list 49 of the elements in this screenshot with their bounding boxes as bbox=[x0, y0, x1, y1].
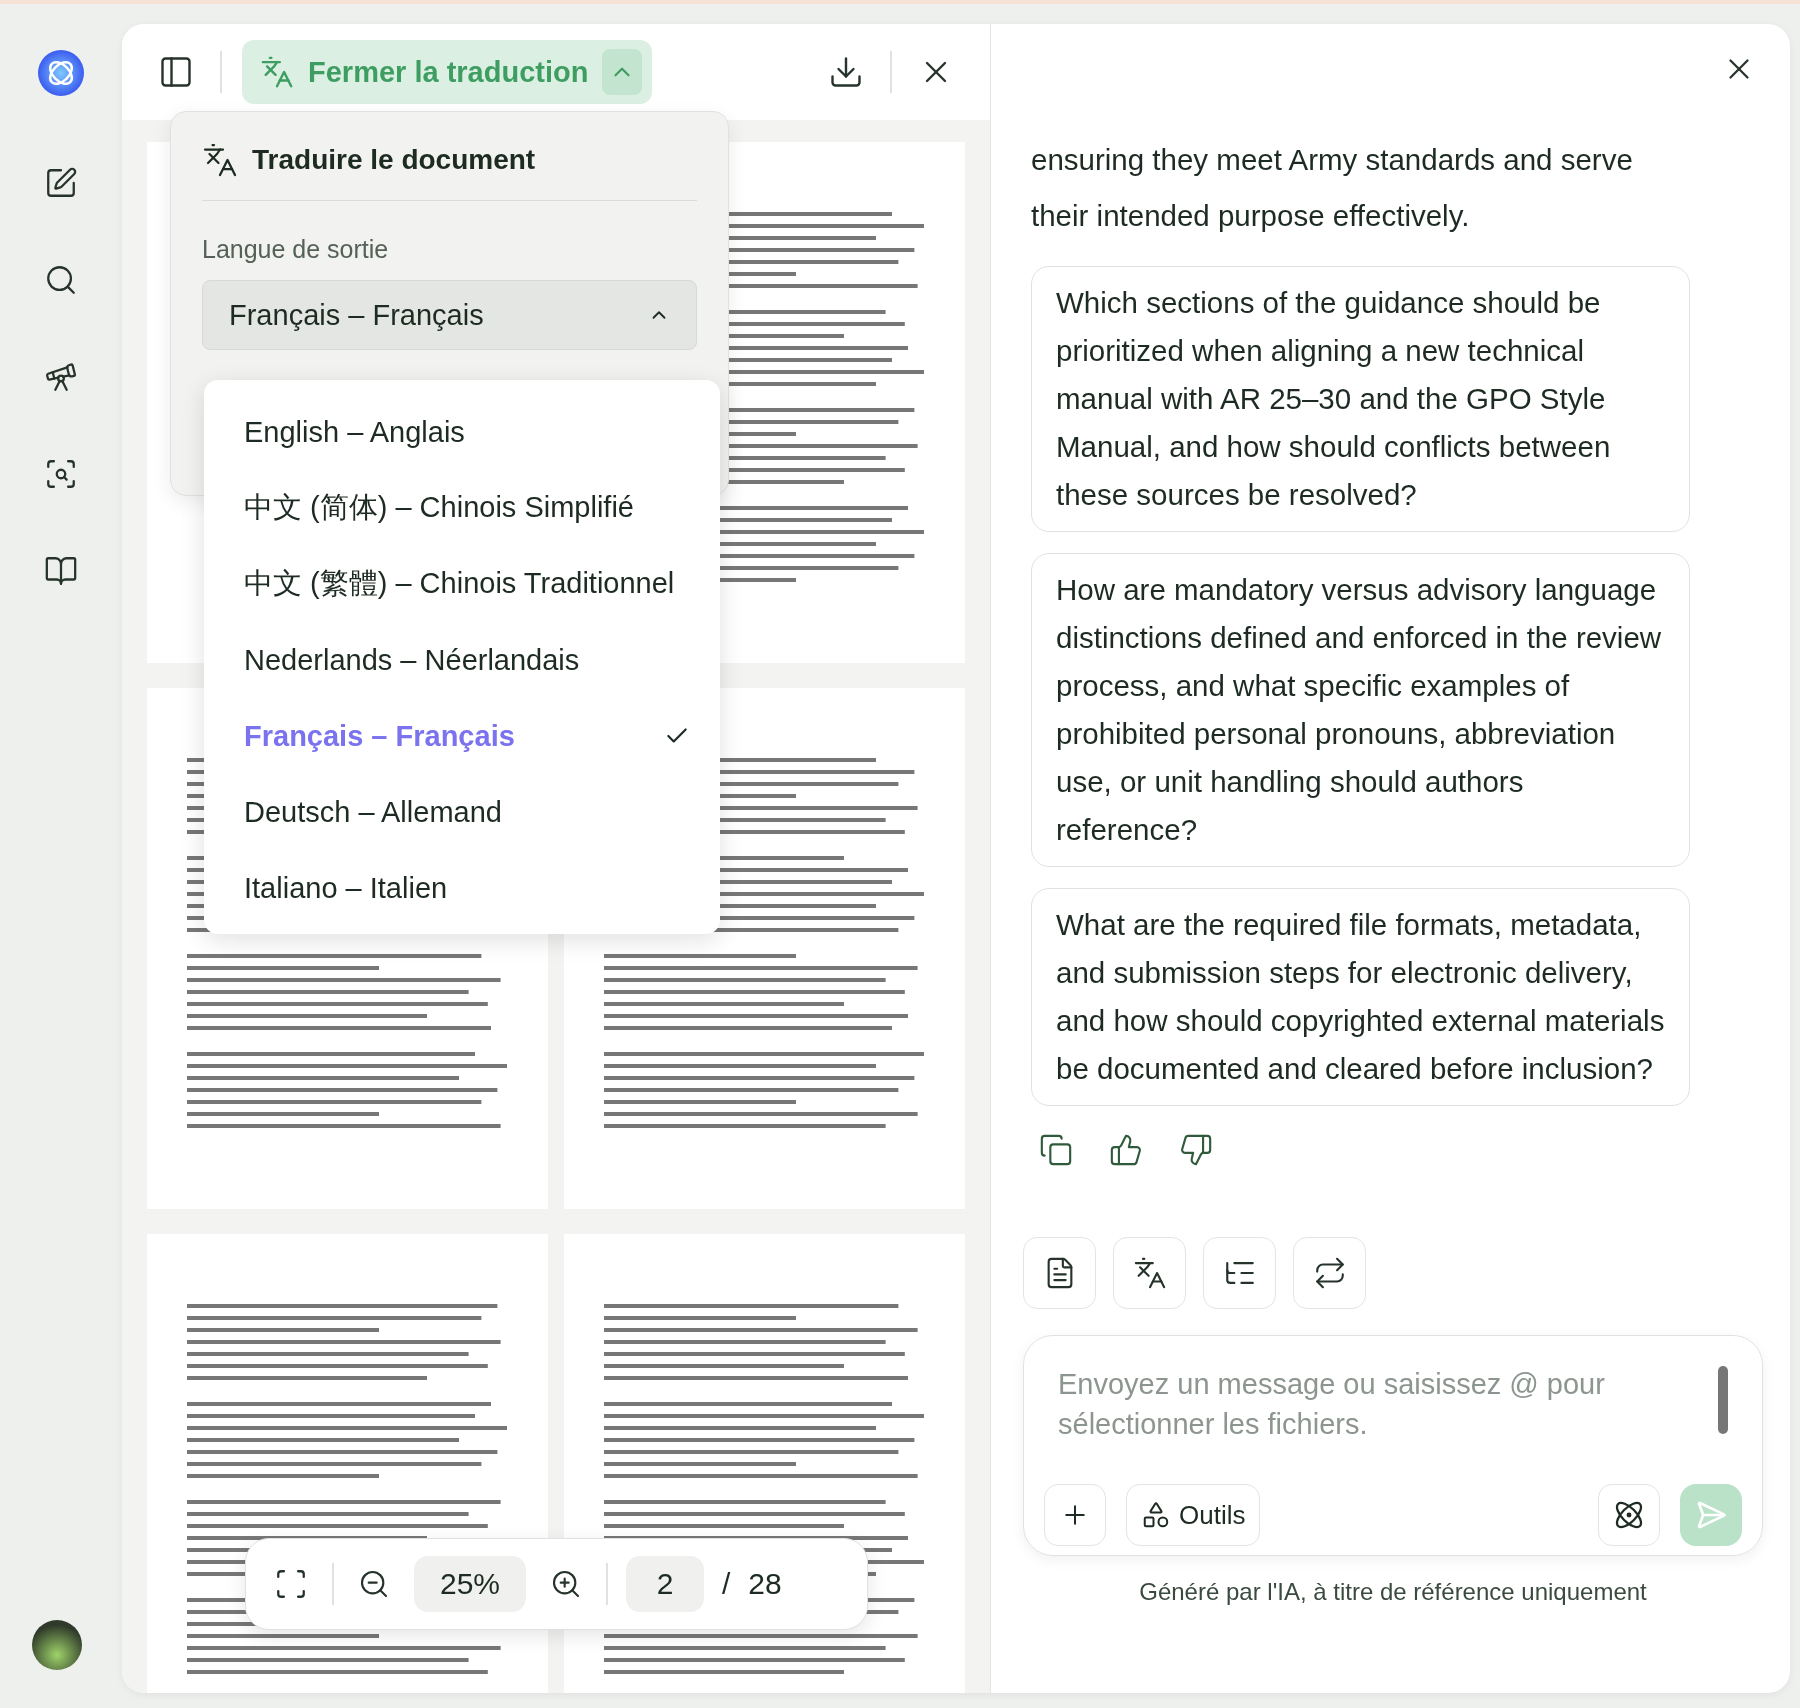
convert-button[interactable] bbox=[1293, 1237, 1366, 1309]
logo-icon[interactable] bbox=[37, 49, 85, 97]
scan-search-icon bbox=[44, 457, 78, 491]
language-select[interactable]: Français – Français bbox=[202, 280, 697, 350]
tools-button[interactable]: Outils bbox=[1126, 1484, 1261, 1546]
output-language-label: Langue de sortie bbox=[202, 235, 390, 264]
zoom-level[interactable]: 25% bbox=[414, 1556, 526, 1612]
language-option[interactable]: 中文 (繁體) – Chinois Traditionnel bbox=[204, 546, 720, 622]
translate-icon bbox=[260, 55, 294, 89]
copy-icon[interactable] bbox=[1039, 1133, 1073, 1167]
scrollbar-thumb[interactable] bbox=[1718, 1366, 1728, 1434]
message-box[interactable]: Envoyez un message ou saisissez @ pour sélectionner les fichiers. Outils bbox=[1023, 1335, 1763, 1556]
page-number-field[interactable]: 2 bbox=[626, 1556, 704, 1612]
language-option[interactable]: Italiano – Italien bbox=[204, 850, 720, 926]
translate-icon bbox=[1132, 1256, 1167, 1290]
language-option[interactable]: Français – Français bbox=[204, 698, 720, 774]
sidebar-icon bbox=[158, 54, 194, 90]
outline-button[interactable] bbox=[1203, 1237, 1276, 1309]
send-icon bbox=[1695, 1499, 1727, 1531]
summary-button[interactable] bbox=[1023, 1237, 1096, 1309]
thumbs-up-icon[interactable] bbox=[1109, 1133, 1143, 1167]
search-icon bbox=[44, 263, 78, 297]
page-separator: / bbox=[722, 1567, 731, 1601]
suggested-question[interactable]: What are the required file formats, metadata, and submission steps for electronic delivery, and how should copyrighted external materials be documented and cleared before inclusion? bbox=[1031, 888, 1690, 1106]
avatar[interactable] bbox=[32, 1620, 82, 1670]
atom-icon bbox=[1613, 1499, 1645, 1531]
answer-text: ensuring they meet Army standards and serve their intended purpose effectively. bbox=[1031, 142, 1634, 234]
download-icon bbox=[828, 54, 864, 90]
suggested-question[interactable]: Which sections of the guidance should be prioritized when aligning a new technical manual with AR 25–30 and the GPO Style Manual, and how should conflicts between these sources be resolved? bbox=[1031, 266, 1690, 532]
translate-button[interactable] bbox=[1113, 1237, 1186, 1309]
language-option[interactable]: Deutsch – Allemand bbox=[204, 774, 720, 850]
zoom-out-icon bbox=[358, 1568, 390, 1600]
disclaimer-text: Généré par l'IA, à titre de référence uniquement bbox=[1138, 1578, 1648, 1606]
zoom-in-icon bbox=[550, 1568, 582, 1600]
page-total: 28 bbox=[748, 1567, 782, 1601]
language-option[interactable]: English – Anglais bbox=[204, 394, 720, 470]
pen-square-icon bbox=[44, 166, 78, 200]
chevron-up-icon bbox=[602, 49, 643, 95]
suggested-question[interactable]: How are mandatory versus advisory language distinctions defined and enforced in the review process, and what specific examples of prohibited personal pronouns, abbreviation use, or unit handling should authors reference? bbox=[1031, 553, 1690, 867]
fit-page-icon bbox=[274, 1567, 308, 1601]
language-option[interactable]: 中文 (简体) – Chinois Simplifié bbox=[204, 470, 720, 546]
language-option[interactable]: Nederlands – Néerlandais bbox=[204, 622, 720, 698]
translate-icon bbox=[202, 142, 238, 178]
shapes-icon bbox=[1141, 1500, 1171, 1530]
thumbs-down-icon[interactable] bbox=[1179, 1133, 1213, 1167]
book-icon bbox=[44, 554, 78, 588]
panel-title: Traduire le document bbox=[252, 144, 536, 176]
telescope-icon bbox=[44, 360, 78, 394]
atom-button[interactable] bbox=[1598, 1484, 1660, 1546]
